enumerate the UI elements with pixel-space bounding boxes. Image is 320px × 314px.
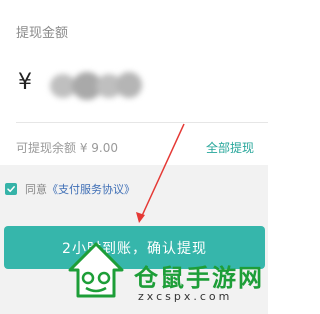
amount-row: ¥ — [14, 62, 254, 108]
checkmark-icon — [7, 186, 15, 193]
page-title: 提现金额 — [16, 26, 69, 41]
agreement-row: 同意 《支付服务协议》 — [5, 181, 135, 197]
currency-symbol: ¥ — [18, 70, 32, 95]
agreement-checkbox[interactable] — [5, 183, 17, 195]
withdraw-page: 提现金额 ¥ 可提现余额 ¥ 9.00 全部提现 同意 《支付服务协议》 2小时… — [0, 0, 268, 314]
available-balance-label: 可提现余额 ¥ 9.00 — [16, 141, 118, 155]
divider — [16, 122, 268, 123]
agreement-prefix: 同意 — [25, 183, 47, 196]
amount-input[interactable] — [46, 66, 160, 104]
payment-agreement-link[interactable]: 《支付服务协议》 — [47, 181, 135, 197]
withdraw-all-link[interactable]: 全部提现 — [206, 139, 254, 156]
confirm-withdraw-button[interactable]: 2小时到账，确认提现 — [4, 226, 265, 269]
